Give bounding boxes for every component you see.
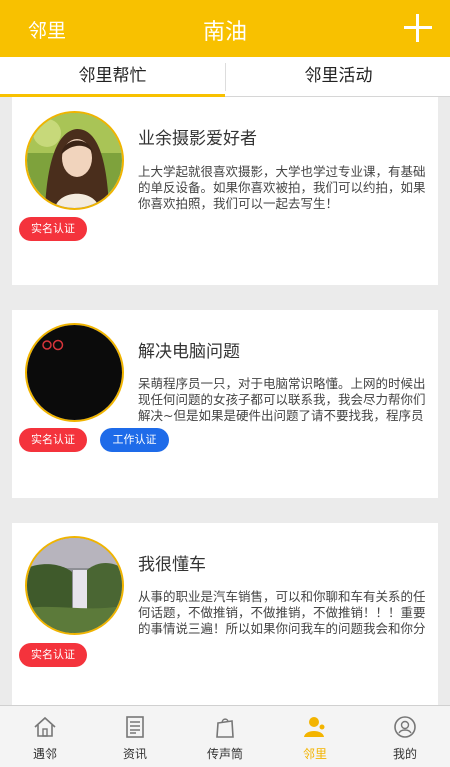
avatar-photo xyxy=(27,325,122,420)
verified-name-badge: 实名认证 xyxy=(19,217,87,241)
helper-card[interactable]: 我很懂车 从事的职业是汽车销售，可以和你聊和车有关系的任何话题，不做推销，不做推… xyxy=(12,523,438,705)
person-icon xyxy=(304,717,325,737)
card-title: 我很懂车 xyxy=(138,555,206,575)
card-title: 业余摄影爱好者 xyxy=(138,129,257,149)
plus-icon[interactable] xyxy=(404,14,432,42)
top-bar: 邻里 南油 xyxy=(0,0,450,57)
newspaper-icon xyxy=(126,716,144,738)
tab-bar: 邻里帮忙 邻里活动 xyxy=(0,57,450,97)
nav-item-megaphone[interactable]: 传声筒 xyxy=(180,706,270,767)
nav-label: 资讯 xyxy=(122,747,147,761)
page-title: 南油 xyxy=(202,20,247,45)
nav-item-news[interactable]: 资讯 xyxy=(90,706,180,767)
tab-neighbor-activities[interactable]: 邻里活动 xyxy=(226,57,450,97)
nav-item-neighbors[interactable]: 邻里 xyxy=(270,706,360,767)
verified-name-badge: 实名认证 xyxy=(19,428,87,452)
nav-label: 传声筒 xyxy=(206,747,243,761)
card-title: 解决电脑问题 xyxy=(138,342,240,362)
avatar xyxy=(25,536,124,635)
helper-list[interactable]: 业余摄影爱好者 上大学起就很喜欢摄影，大学也学过专业课，有基础的单反设备。如果你… xyxy=(0,97,450,705)
bottom-nav: 遇邻 资讯 传声筒 邻里 我的 xyxy=(0,705,450,767)
card-description: 从事的职业是汽车销售，可以和你聊和车有关系的任何话题，不做推销，不做推销，不做推… xyxy=(138,589,426,636)
card-description: 呆萌程序员一只，对于电脑常识略懂。上网的时候出现任何问题的女孩子都可以联系我，我… xyxy=(138,376,426,423)
nav-label: 遇邻 xyxy=(32,747,57,761)
helper-card[interactable]: 业余摄影爱好者 上大学起就很喜欢摄影，大学也学过专业课，有基础的单反设备。如果你… xyxy=(12,97,438,285)
avatar-photo xyxy=(27,538,122,633)
avatar xyxy=(25,323,124,422)
verified-name-badge: 实名认证 xyxy=(19,643,87,667)
shopping-bag-icon xyxy=(216,718,234,738)
nav-item-mine[interactable]: 我的 xyxy=(360,706,450,767)
user-circle-icon xyxy=(394,716,416,738)
tab-neighbor-help[interactable]: 邻里帮忙 xyxy=(0,57,225,97)
avatar-photo xyxy=(27,113,122,208)
card-description: 上大学起就很喜欢摄影，大学也学过专业课，有基础的单反设备。如果你喜欢被拍，我们可… xyxy=(138,164,426,211)
nav-item-meet-neighbors[interactable]: 遇邻 xyxy=(0,706,90,767)
house-icon xyxy=(34,716,56,737)
nav-label: 我的 xyxy=(392,747,417,761)
helper-card[interactable]: 解决电脑问题 呆萌程序员一只，对于电脑常识略懂。上网的时候出现任何问题的女孩子都… xyxy=(12,310,438,498)
verified-work-badge: 工作认证 xyxy=(100,428,169,452)
avatar xyxy=(25,111,124,210)
nav-label: 邻里 xyxy=(302,747,327,761)
